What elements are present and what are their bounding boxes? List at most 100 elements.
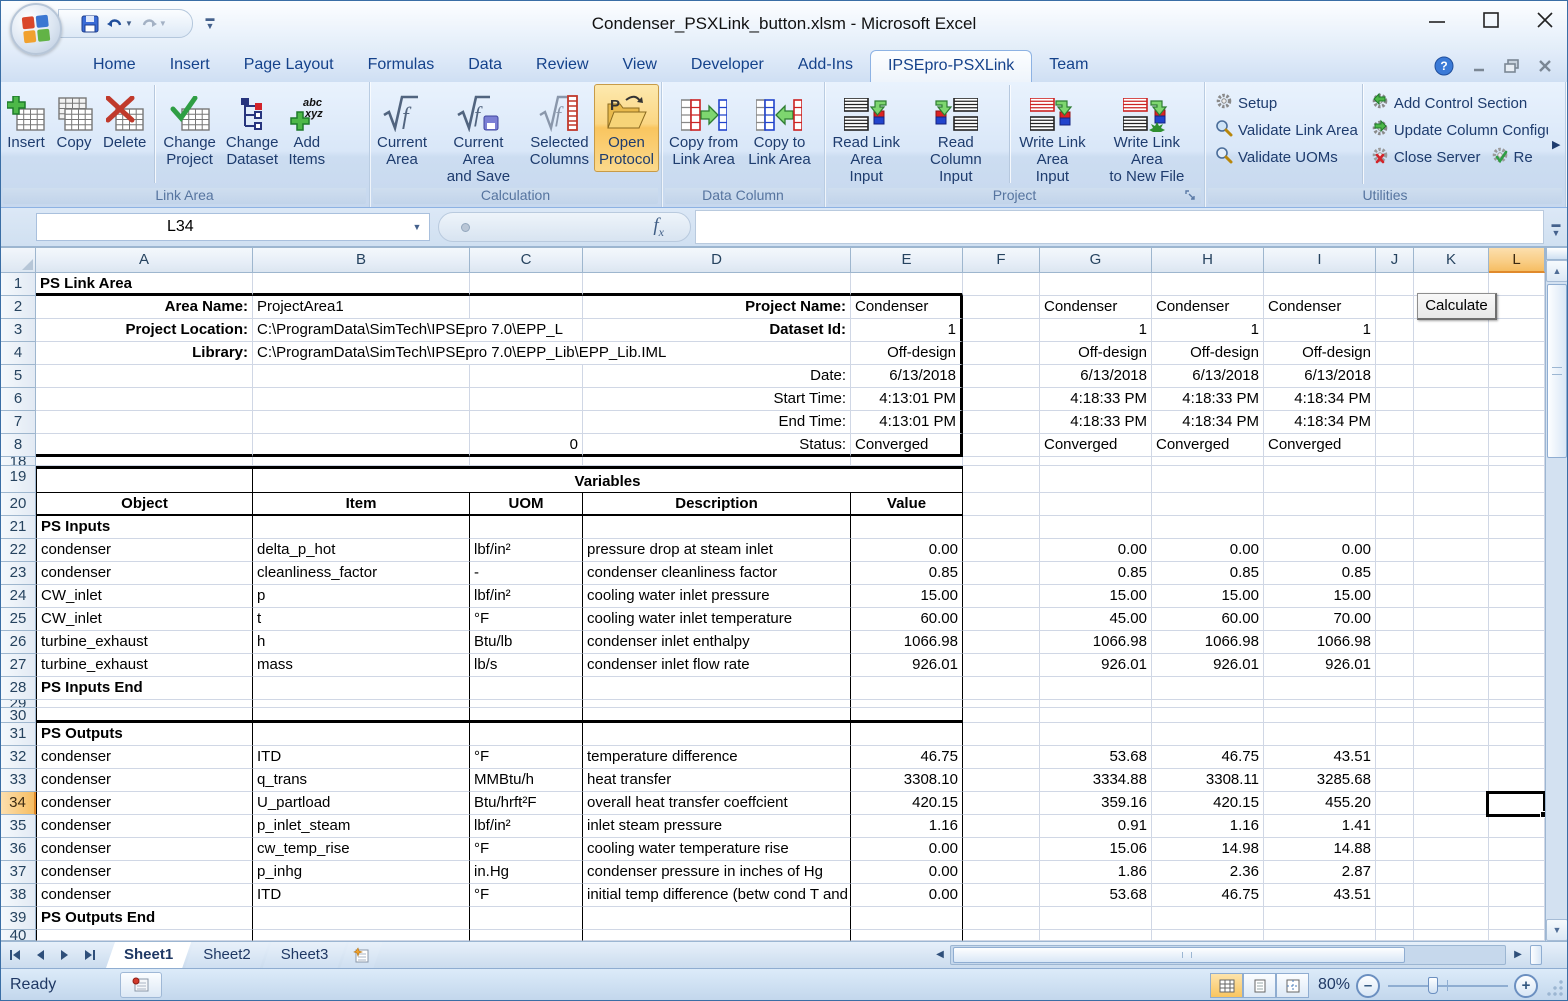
cell-H20[interactable]: [1152, 493, 1264, 516]
cell-I5[interactable]: 6/13/2018: [1264, 365, 1376, 388]
cell-F29[interactable]: [963, 700, 1040, 708]
cell-G3[interactable]: 1: [1040, 319, 1152, 342]
cell-C26[interactable]: Btu/lb: [470, 631, 583, 654]
cell-E39[interactable]: [851, 907, 963, 930]
cell-F20[interactable]: [963, 493, 1040, 516]
row-header-37[interactable]: 37: [0, 861, 36, 884]
cell-G23[interactable]: 0.85: [1040, 562, 1152, 585]
column-header-C[interactable]: C: [470, 247, 583, 273]
cell-G36[interactable]: 15.06: [1040, 838, 1152, 861]
cell-B28[interactable]: [253, 677, 470, 700]
scroll-up-button[interactable]: ▲: [1546, 260, 1568, 282]
cell-L31[interactable]: [1489, 723, 1545, 746]
cell-E4[interactable]: Off-design: [851, 342, 963, 365]
formula-input[interactable]: [695, 210, 1544, 244]
cell-D31[interactable]: [583, 723, 851, 746]
cell-G19[interactable]: [1040, 466, 1152, 493]
cell-C2[interactable]: [470, 296, 583, 319]
cell-G25[interactable]: 45.00: [1040, 608, 1152, 631]
validate-link-area-button[interactable]: Validate Link Area: [1215, 119, 1358, 141]
cell-D1[interactable]: [583, 273, 851, 296]
current-area-button[interactable]: f Current Area: [372, 84, 432, 172]
cell-A39[interactable]: PS Outputs End: [36, 907, 253, 930]
cell-H5[interactable]: 6/13/2018: [1152, 365, 1264, 388]
row-header-19[interactable]: 19: [0, 466, 36, 493]
last-sheet-button[interactable]: [77, 944, 102, 966]
cell-K26[interactable]: [1414, 631, 1489, 654]
cell-H8[interactable]: Converged: [1152, 434, 1264, 457]
cell-F31[interactable]: [963, 723, 1040, 746]
change-project-button[interactable]: Change Project: [158, 84, 221, 172]
cell-I1[interactable]: [1264, 273, 1376, 296]
cell-H19[interactable]: [1152, 466, 1264, 493]
ribbon-overflow-arrow[interactable]: ▶: [1552, 138, 1560, 151]
cell-K27[interactable]: [1414, 654, 1489, 677]
cell-G6[interactable]: 4:18:33 PM: [1040, 388, 1152, 411]
cell-H40[interactable]: [1152, 930, 1264, 941]
row-header-31[interactable]: 31: [0, 723, 36, 746]
column-header-J[interactable]: J: [1376, 247, 1414, 273]
cell-F7[interactable]: [963, 411, 1040, 434]
cell-E8[interactable]: Converged: [851, 434, 963, 457]
cell-F24[interactable]: [963, 585, 1040, 608]
cell-H29[interactable]: [1152, 700, 1264, 708]
tab-data[interactable]: Data: [451, 50, 519, 82]
cell-C23[interactable]: -: [470, 562, 583, 585]
cell-D34[interactable]: overall heat transfer coeffcient: [583, 792, 851, 815]
tab-home[interactable]: Home: [76, 50, 153, 82]
cell-H31[interactable]: [1152, 723, 1264, 746]
cell-E20[interactable]: Value: [851, 493, 963, 516]
cell-F27[interactable]: [963, 654, 1040, 677]
cell-L3[interactable]: [1489, 319, 1545, 342]
cell-G38[interactable]: 53.68: [1040, 884, 1152, 907]
cell-L38[interactable]: [1489, 884, 1545, 907]
view-page-layout-button[interactable]: [1243, 973, 1276, 998]
calculate-button[interactable]: Calculate: [1417, 293, 1497, 320]
close-server-button[interactable]: Close Server: [1371, 146, 1481, 168]
save-button[interactable]: [79, 13, 101, 35]
cell-H34[interactable]: 420.15: [1152, 792, 1264, 815]
cell-I37[interactable]: 2.87: [1264, 861, 1376, 884]
cell-L26[interactable]: [1489, 631, 1545, 654]
cell-J37[interactable]: [1376, 861, 1414, 884]
cell-G27[interactable]: 926.01: [1040, 654, 1152, 677]
row-header-32[interactable]: 32: [0, 746, 36, 769]
cell-G34[interactable]: 359.16: [1040, 792, 1152, 815]
column-header-K[interactable]: K: [1414, 247, 1489, 273]
cell-I4[interactable]: Off-design: [1264, 342, 1376, 365]
cell-L30[interactable]: [1489, 708, 1545, 723]
cell-F8[interactable]: [963, 434, 1040, 457]
cell-J27[interactable]: [1376, 654, 1414, 677]
cell-E38[interactable]: 0.00: [851, 884, 963, 907]
cell-C33[interactable]: MMBtu/h: [470, 769, 583, 792]
cell-I39[interactable]: [1264, 907, 1376, 930]
cell-D6[interactable]: Start Time:: [583, 388, 851, 411]
cell-H21[interactable]: [1152, 516, 1264, 539]
selected-columns-button[interactable]: f Selected Columns: [525, 84, 594, 172]
record-macro-button[interactable]: [120, 972, 162, 998]
cell-E5[interactable]: 6/13/2018: [851, 365, 963, 388]
cell-I24[interactable]: 15.00: [1264, 585, 1376, 608]
cell-L25[interactable]: [1489, 608, 1545, 631]
select-all-corner[interactable]: [0, 247, 36, 273]
cell-H36[interactable]: 14.98: [1152, 838, 1264, 861]
cell-H3[interactable]: 1: [1152, 319, 1264, 342]
minimize-workbook-button[interactable]: [1472, 58, 1486, 79]
cell-D2[interactable]: Project Name:: [583, 296, 851, 319]
cell-F28[interactable]: [963, 677, 1040, 700]
cell-F1[interactable]: [963, 273, 1040, 296]
cell-F39[interactable]: [963, 907, 1040, 930]
cell-L8[interactable]: [1489, 434, 1545, 457]
cell-B30[interactable]: [253, 708, 470, 723]
vertical-scrollbar[interactable]: ▲ ▼: [1545, 247, 1568, 941]
cell-C7[interactable]: [470, 411, 583, 434]
redo-button[interactable]: ▼: [138, 13, 169, 35]
cell-I8[interactable]: Converged: [1264, 434, 1376, 457]
scrollbar-split-handle[interactable]: [1546, 247, 1568, 260]
add-items-button[interactable]: abc xyz Add Items: [283, 84, 330, 172]
cell-G29[interactable]: [1040, 700, 1152, 708]
row-header-3[interactable]: 3: [0, 319, 36, 342]
cell-J29[interactable]: [1376, 700, 1414, 708]
cell-E21[interactable]: [851, 516, 963, 539]
delete-button[interactable]: Delete: [98, 84, 151, 155]
